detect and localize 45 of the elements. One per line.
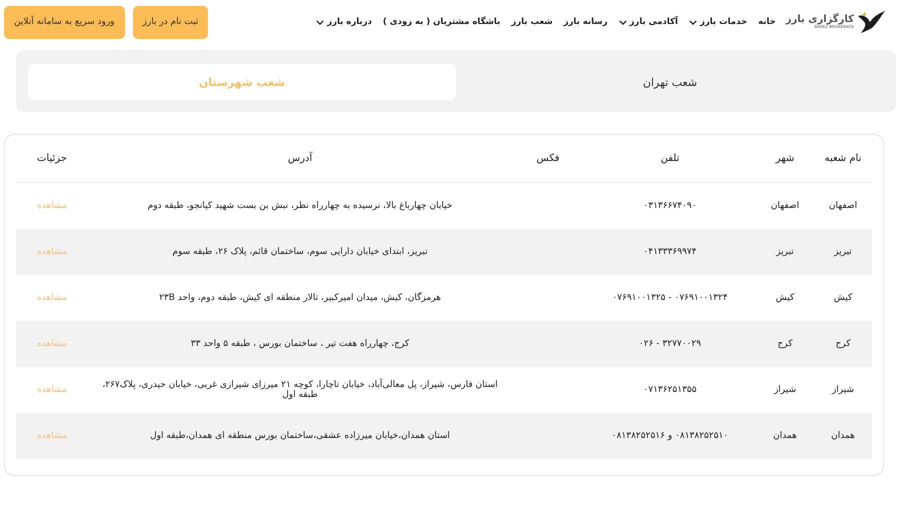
- column-header: آدرس: [288, 153, 312, 164]
- table-cell: هرمزگان، کیش، میدان امیرکبیر، تالار منطقه ای کیش، طبقه دوم، واحد ۲۳B: [159, 293, 441, 303]
- table-cell: کرج: [835, 339, 851, 349]
- table-cell: کرج، چهارراه هفت تیر ، ساختمان بورس ، طبقه ۵ واحد ۳۳: [190, 339, 410, 349]
- nav-link[interactable]: خانه: [758, 17, 776, 27]
- table-cell: استان همدان،خیابان میرزاده عشقی،ساختمان بورس منطقه ای همدان،طبقه اول: [150, 431, 450, 441]
- table-cell: ۰۷۱۳۶۲۵۱۳۵۵: [643, 385, 697, 395]
- table-cell: ۰۴۱۳۳۳۶۹۹۷۴: [643, 247, 697, 257]
- signup-button[interactable]: ثبت نام در بارز: [132, 6, 208, 38]
- table-cell: ۰۷۶۹۱۰۰۱۳۲۴ - ۰۷۶۹۱۰۰۱۳۲۵: [612, 293, 728, 303]
- login-button[interactable]: ورود سریع به سامانه آنلاین: [4, 6, 125, 38]
- column-header: فکس: [536, 153, 560, 164]
- column-header: شهر: [776, 153, 794, 164]
- chevron-icon: [618, 20, 627, 24]
- table-cell: کیش: [834, 293, 852, 303]
- nav-link[interactable]: شعب بارز: [511, 17, 553, 27]
- table-cell: کرج: [777, 339, 793, 349]
- nav-link[interactable]: درباره بارز: [316, 17, 372, 27]
- table-cell: ۳۲۷۷۰۰۲۹ - ۰۲۶: [638, 339, 702, 349]
- logo-text[interactable]: کارگزاری بارز: [786, 15, 854, 25]
- table-cell: همدان: [831, 431, 855, 441]
- tab[interactable]: شعب تهران: [456, 64, 884, 100]
- bird-logo-icon: [856, 10, 886, 34]
- nav-link[interactable]: باشگاه مشتریان ( به زودی ): [382, 17, 500, 27]
- nav-link[interactable]: خدمات بارز: [688, 17, 748, 27]
- table-cell: شیراز: [832, 385, 854, 395]
- column-header: جزئیات: [37, 153, 67, 164]
- table-cell: اصفهان: [770, 201, 800, 211]
- table-cell: ۰۳۱۳۶۶۷۴۰۹۰: [643, 201, 697, 211]
- table-cell: شیراز: [774, 385, 796, 395]
- nav-link[interactable]: رسانه بارز: [564, 17, 608, 27]
- table-cell: ۰۸۱۳۸۲۵۲۵۱۰ و ۰۸۱۳۸۲۵۲۵۱۶: [612, 431, 728, 441]
- nav-link[interactable]: آکادمی بارز: [618, 17, 678, 27]
- column-header: تلفن: [660, 153, 680, 164]
- table-cell: تبریز، ابتدای خیابان دارایی سوم، ساختمان قائم، پلاک ۲۶، طبقه سوم: [172, 247, 428, 257]
- column-header: نام شعبه: [824, 153, 862, 164]
- table-cell: کیش: [776, 293, 794, 303]
- chevron-icon: [316, 20, 324, 24]
- table-cell: تبریز: [834, 247, 852, 257]
- chevron-icon: [688, 20, 697, 24]
- table-cell: همدان: [773, 431, 797, 441]
- table-cell: اصفهان: [828, 201, 858, 211]
- table-cell: تبریز: [776, 247, 794, 257]
- table-cell: خیابان چهارباغ بالا، نرسیده به چهارراه نظر، نبش بن بست شهید کیانجو، طبقه دوم: [148, 201, 452, 211]
- table-cell: استان فارس، شیراز، پل معالی‌آباد، خیابان تاچارا، کوچه ۲۱ میرزای شیرازی غربی، خیابان حیدری، پلاک۲۶۷، طبقه اول: [102, 380, 498, 400]
